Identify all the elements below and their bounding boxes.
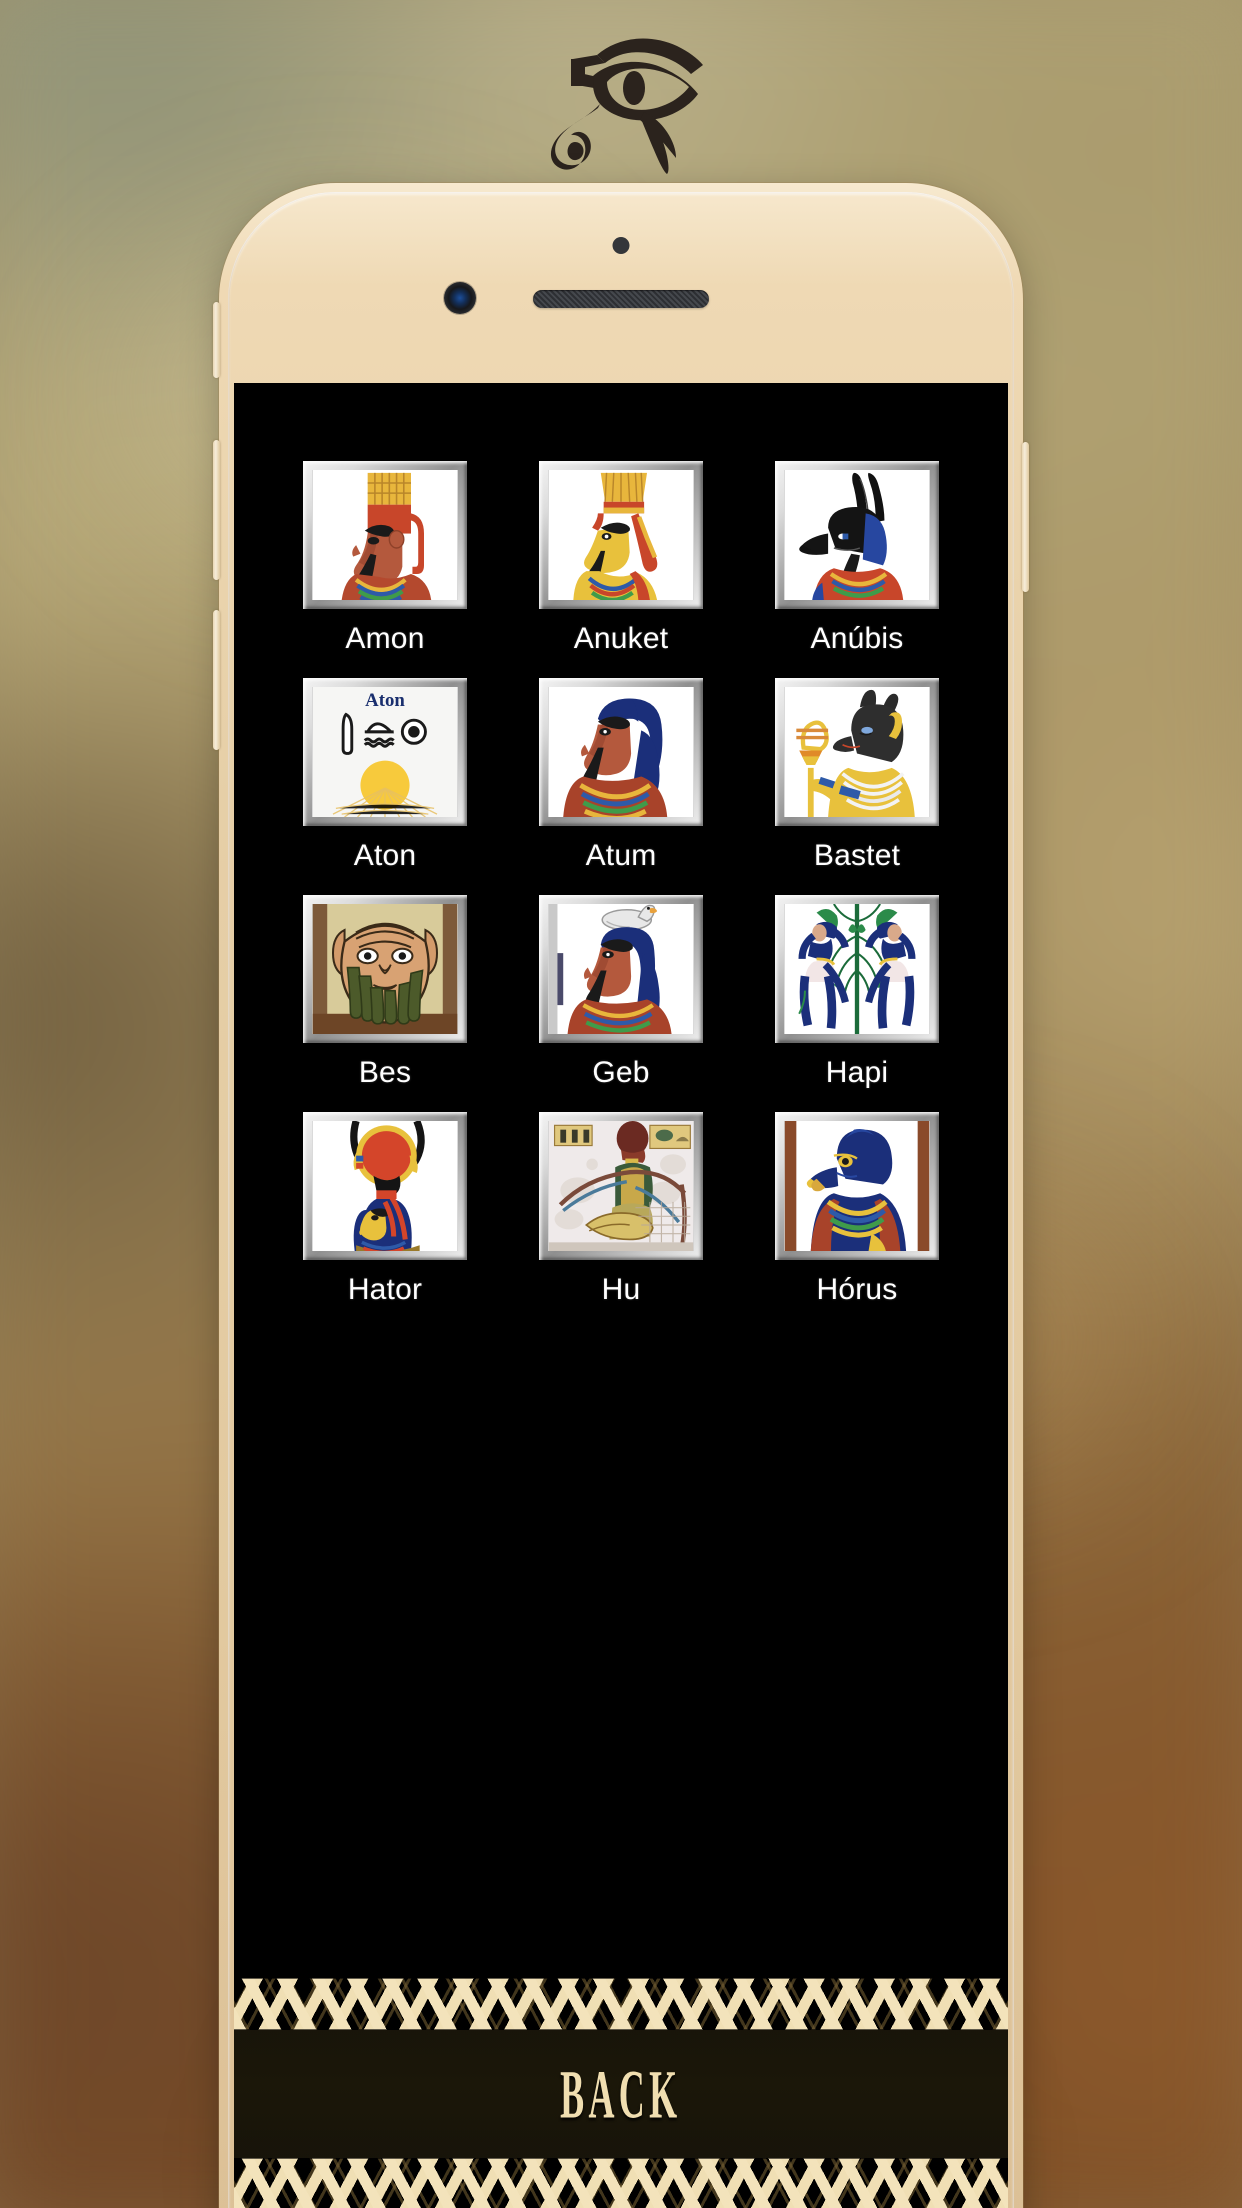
god-cell-bes: Bes — [278, 895, 492, 1090]
god-tile-aton[interactable]: Aton — [303, 678, 467, 826]
god-label-hapi: Hapi — [825, 1056, 889, 1089]
bastet-illustration — [784, 687, 930, 817]
god-cell-hu: Hu — [514, 1112, 728, 1307]
god-label-anuket: Anuket — [573, 622, 669, 655]
god-cell-atum: Atum — [514, 678, 728, 873]
god-cell-hapi: Hapi — [750, 895, 964, 1090]
braid-divider-top — [234, 1978, 1008, 2030]
god-label-bes: Bes — [358, 1056, 412, 1089]
god-label-aton: Aton — [353, 839, 417, 872]
svg-text:Aton: Aton — [365, 690, 405, 711]
god-tile-bes[interactable] — [303, 895, 467, 1043]
power-button[interactable] — [1022, 442, 1029, 592]
god-tile-hapi[interactable] — [775, 895, 939, 1043]
hator-illustration — [312, 1121, 458, 1251]
volume-down-button[interactable] — [213, 610, 220, 750]
earpiece-speaker-icon — [533, 290, 709, 308]
god-cell-aton: Aton Aton — [278, 678, 492, 873]
god-tile-hator[interactable] — [303, 1112, 467, 1260]
god-tile-bastet[interactable] — [775, 678, 939, 826]
phone-device: Amon Anuket Anúbis Aton Aton Atum Bastet… — [213, 183, 1029, 2208]
braid-divider-bottom — [234, 2158, 1008, 2208]
screenshot-stage: Amon Anuket Anúbis Aton Aton Atum Bastet… — [0, 0, 1242, 2208]
back-button[interactable]: BACK — [234, 2030, 1008, 2158]
god-label-hu: Hu — [601, 1273, 641, 1306]
back-button-label: BACK — [560, 2055, 682, 2133]
amon-illustration — [312, 470, 458, 600]
god-tile-anubis[interactable] — [775, 461, 939, 609]
god-tile-anuket[interactable] — [539, 461, 703, 609]
god-tile-amon[interactable] — [303, 461, 467, 609]
god-cell-amon: Amon — [278, 461, 492, 656]
horus-illustration — [784, 1121, 930, 1251]
volume-up-button[interactable] — [213, 440, 220, 580]
god-tile-geb[interactable] — [539, 895, 703, 1043]
god-label-amon: Amon — [345, 622, 425, 655]
anuket-illustration — [548, 470, 694, 600]
silent-switch-button[interactable] — [213, 302, 220, 378]
atum-illustration — [548, 687, 694, 817]
god-cell-hator: Hator — [278, 1112, 492, 1307]
aton-illustration: Aton — [312, 687, 458, 817]
god-tile-horus[interactable] — [775, 1112, 939, 1260]
god-label-geb: Geb — [592, 1056, 650, 1089]
god-label-atum: Atum — [585, 839, 657, 872]
bes-illustration — [312, 904, 458, 1034]
anubis-illustration — [784, 470, 930, 600]
god-cell-geb: Geb — [514, 895, 728, 1090]
god-label-bastet: Bastet — [813, 839, 901, 872]
god-label-hator: Hator — [347, 1273, 423, 1306]
god-cell-anubis: Anúbis — [750, 461, 964, 656]
god-label-anubis: Anúbis — [810, 622, 904, 655]
god-tile-hu[interactable] — [539, 1112, 703, 1260]
god-cell-bastet: Bastet — [750, 678, 964, 873]
hu-illustration — [548, 1121, 694, 1251]
eye-of-horus-icon — [501, 24, 741, 174]
hapi-illustration — [784, 904, 930, 1034]
geb-illustration — [548, 904, 694, 1034]
god-label-horus: Hórus — [816, 1273, 898, 1306]
god-tile-atum[interactable] — [539, 678, 703, 826]
bottom-bar: BACK THLD — [234, 1978, 1008, 2208]
app-screen: Amon Anuket Anúbis Aton Aton Atum Bastet… — [234, 383, 1008, 2208]
god-cell-anuket: Anuket — [514, 461, 728, 656]
god-grid: Amon Anuket Anúbis Aton Aton Atum Bastet… — [234, 383, 1008, 1307]
front-camera-icon — [444, 282, 476, 314]
proximity-sensor-icon — [612, 237, 630, 254]
god-cell-horus: Hórus — [750, 1112, 964, 1307]
